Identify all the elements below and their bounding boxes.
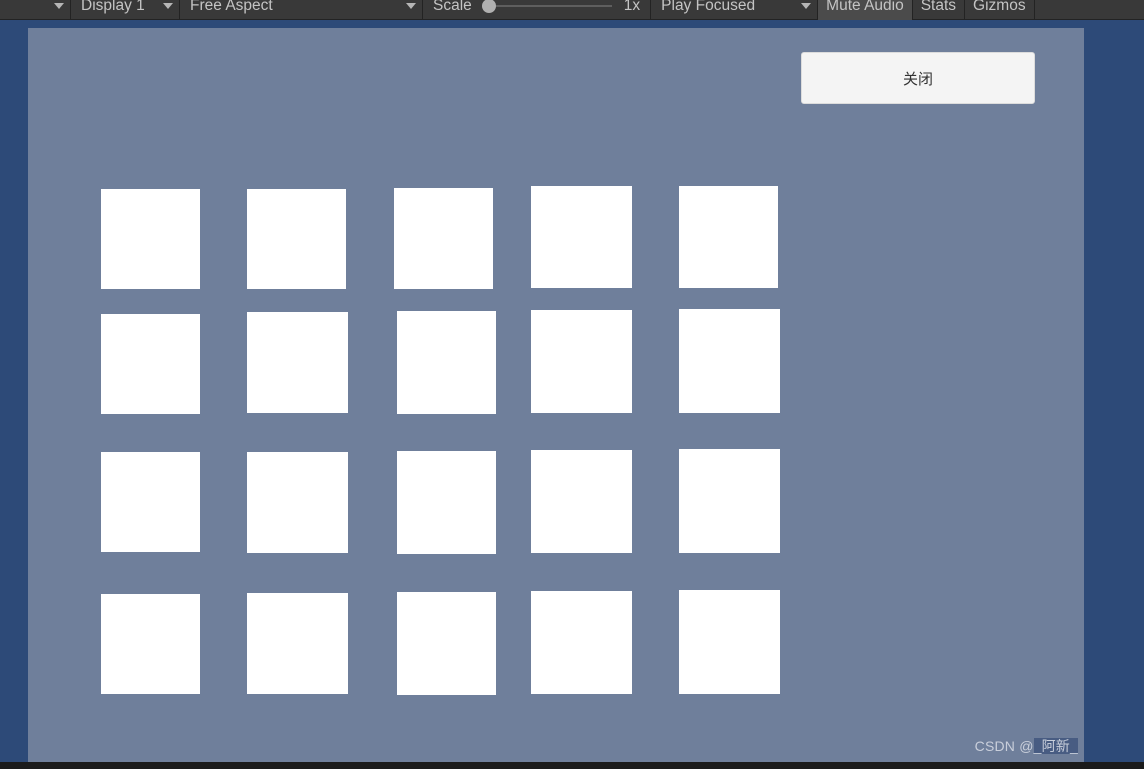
game-view-canvas: 关闭 CSDN @_阿新_ bbox=[28, 28, 1084, 762]
toolbar-divider bbox=[1033, 0, 1035, 20]
watermark-prefix: CSDN @ bbox=[974, 738, 1034, 754]
scale-label: Scale bbox=[433, 0, 472, 14]
grid-card[interactable] bbox=[247, 312, 348, 413]
aspect-ratio-dropdown[interactable]: Free Aspect bbox=[180, 0, 422, 20]
grid-card[interactable] bbox=[247, 189, 346, 289]
grid-card[interactable] bbox=[101, 314, 200, 414]
grid-card[interactable] bbox=[247, 452, 348, 553]
grid-card[interactable] bbox=[101, 189, 200, 289]
grid-card[interactable] bbox=[531, 450, 632, 553]
toolbar-leading-dropdown[interactable] bbox=[0, 0, 70, 20]
play-mode-dropdown-label: Play Focused bbox=[661, 0, 756, 14]
editor-bottom-chrome bbox=[0, 762, 1144, 769]
grid-card[interactable] bbox=[397, 592, 496, 695]
game-view-toolbar: Display 1 Free Aspect Scale 1x Play Focu… bbox=[0, 0, 1144, 20]
stats-toggle[interactable]: Stats bbox=[913, 0, 964, 20]
unity-editor-window: 关闭 CSDN @_阿新_ Display 1 Free Aspect Scal… bbox=[0, 0, 1144, 769]
chevron-down-icon bbox=[54, 2, 64, 9]
grid-card[interactable] bbox=[531, 591, 632, 694]
grid-card[interactable] bbox=[101, 452, 200, 552]
display-dropdown-label: Display 1 bbox=[81, 0, 145, 14]
grid-card[interactable] bbox=[394, 188, 493, 289]
display-dropdown[interactable]: Display 1 bbox=[71, 0, 179, 20]
watermark-handle: _阿新_ bbox=[1033, 738, 1078, 754]
grid-card[interactable] bbox=[531, 310, 632, 413]
gizmos-toggle[interactable]: Gizmos bbox=[965, 0, 1034, 20]
close-button[interactable]: 关闭 bbox=[801, 52, 1035, 104]
chevron-down-icon bbox=[163, 2, 173, 9]
mute-audio-toggle[interactable]: Mute Audio bbox=[818, 0, 912, 20]
grid-card[interactable] bbox=[247, 593, 348, 694]
aspect-ratio-dropdown-label: Free Aspect bbox=[190, 0, 273, 14]
close-button-label: 关闭 bbox=[902, 70, 933, 88]
scale-slider[interactable] bbox=[481, 0, 612, 20]
scale-slider-track bbox=[481, 4, 612, 7]
mute-audio-label: Mute Audio bbox=[826, 0, 904, 14]
grid-card[interactable] bbox=[679, 590, 780, 694]
grid-card[interactable] bbox=[679, 449, 780, 553]
scale-value: 1x bbox=[623, 0, 641, 14]
card-grid bbox=[28, 28, 1084, 762]
csdn-watermark: CSDN @_阿新_ bbox=[975, 736, 1078, 756]
grid-card[interactable] bbox=[531, 186, 632, 288]
scale-control[interactable]: Scale 1x bbox=[423, 0, 650, 20]
chevron-down-icon bbox=[801, 2, 812, 9]
grid-card[interactable] bbox=[101, 594, 200, 694]
play-mode-dropdown[interactable]: Play Focused bbox=[651, 0, 817, 20]
grid-card[interactable] bbox=[679, 186, 778, 288]
chevron-down-icon bbox=[406, 2, 416, 9]
grid-card[interactable] bbox=[679, 309, 780, 413]
grid-card[interactable] bbox=[397, 311, 496, 414]
stats-label: Stats bbox=[920, 0, 957, 14]
grid-card[interactable] bbox=[397, 451, 496, 554]
scale-slider-knob[interactable] bbox=[481, 0, 496, 13]
gizmos-label: Gizmos bbox=[973, 0, 1026, 14]
